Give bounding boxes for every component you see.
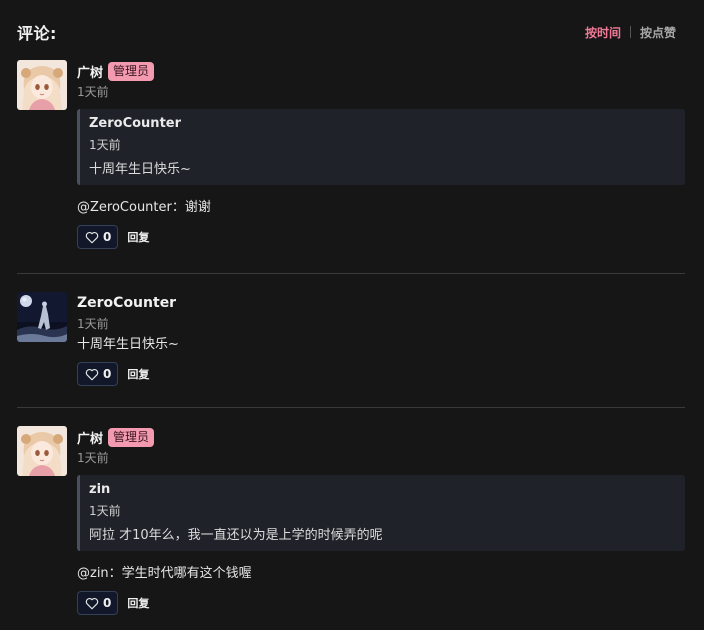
like-count: 0 xyxy=(103,230,112,244)
comments-header: 评论: 按时间 按点赞 xyxy=(17,20,676,44)
avatar[interactable] xyxy=(17,426,67,476)
avatar[interactable] xyxy=(17,292,67,342)
quoted-author-name: zin xyxy=(89,482,111,497)
like-button[interactable]: 0 xyxy=(77,362,119,386)
comment-author-row: ZeroCounter xyxy=(77,292,685,314)
comment-text: @zin：学生时代哪有这个钱喔 xyxy=(77,566,252,581)
comment-body: 广树 管理员 1天前 zin 1天前 阿拉 才10年么，我一直还以为是上学的时候… xyxy=(77,426,685,615)
quoted-text: 十周年生日快乐~ xyxy=(89,162,191,177)
quoted-author-name: ZeroCounter xyxy=(89,116,182,131)
comment-text: 十周年生日快乐~ xyxy=(77,337,179,352)
comment-divider xyxy=(17,273,685,274)
admin-badge: 管理员 xyxy=(108,427,155,447)
comment-body: 广树 管理员 1天前 ZeroCounter 1天前 十周年生日快乐~ @Zer… xyxy=(77,60,685,249)
admin-badge: 管理员 xyxy=(108,61,155,81)
quoted-comment: zin 1天前 阿拉 才10年么，我一直还以为是上学的时候弄的呢 xyxy=(77,475,685,551)
sort-toggle: 按时间 按点赞 xyxy=(585,24,676,41)
quoted-comment: ZeroCounter 1天前 十周年生日快乐~ xyxy=(77,109,685,185)
like-button[interactable]: 0 xyxy=(77,225,119,249)
comment-actions: 0 回复 xyxy=(77,362,685,386)
heart-icon xyxy=(85,597,99,609)
author-name[interactable]: ZeroCounter xyxy=(77,295,176,311)
sort-by-likes-button[interactable]: 按点赞 xyxy=(640,24,676,41)
avatar[interactable] xyxy=(17,60,67,110)
comment-divider xyxy=(17,407,685,408)
quoted-time: 1天前 xyxy=(89,138,121,152)
like-button[interactable]: 0 xyxy=(77,591,119,615)
like-count: 0 xyxy=(103,367,112,381)
comment-body: ZeroCounter 1天前 十周年生日快乐~ 0 回复 xyxy=(77,292,685,386)
comment-actions: 0 回复 xyxy=(77,591,685,615)
comment-time: 1天前 xyxy=(77,85,109,99)
sort-by-time-button[interactable]: 按时间 xyxy=(585,24,621,41)
heart-icon xyxy=(85,368,99,380)
comment-actions: 0 回复 xyxy=(77,225,685,249)
quoted-time: 1天前 xyxy=(89,504,121,518)
heart-icon xyxy=(85,231,99,243)
comment-author-row: 广树 管理员 xyxy=(77,426,685,448)
author-name[interactable]: 广树 xyxy=(77,428,103,447)
reply-button[interactable]: 回复 xyxy=(127,366,149,382)
reply-button[interactable]: 回复 xyxy=(127,229,149,245)
comment-text: @ZeroCounter：谢谢 xyxy=(77,200,211,215)
quoted-text: 阿拉 才10年么，我一直还以为是上学的时候弄的呢 xyxy=(89,528,383,543)
comments-title: 评论: xyxy=(17,24,57,43)
like-count: 0 xyxy=(103,596,112,610)
comment-time: 1天前 xyxy=(77,451,109,465)
sort-divider xyxy=(629,26,631,38)
comment-author-row: 广树 管理员 xyxy=(77,60,685,82)
reply-button[interactable]: 回复 xyxy=(127,595,149,611)
comment-time: 1天前 xyxy=(77,317,109,331)
author-name[interactable]: 广树 xyxy=(77,62,103,81)
